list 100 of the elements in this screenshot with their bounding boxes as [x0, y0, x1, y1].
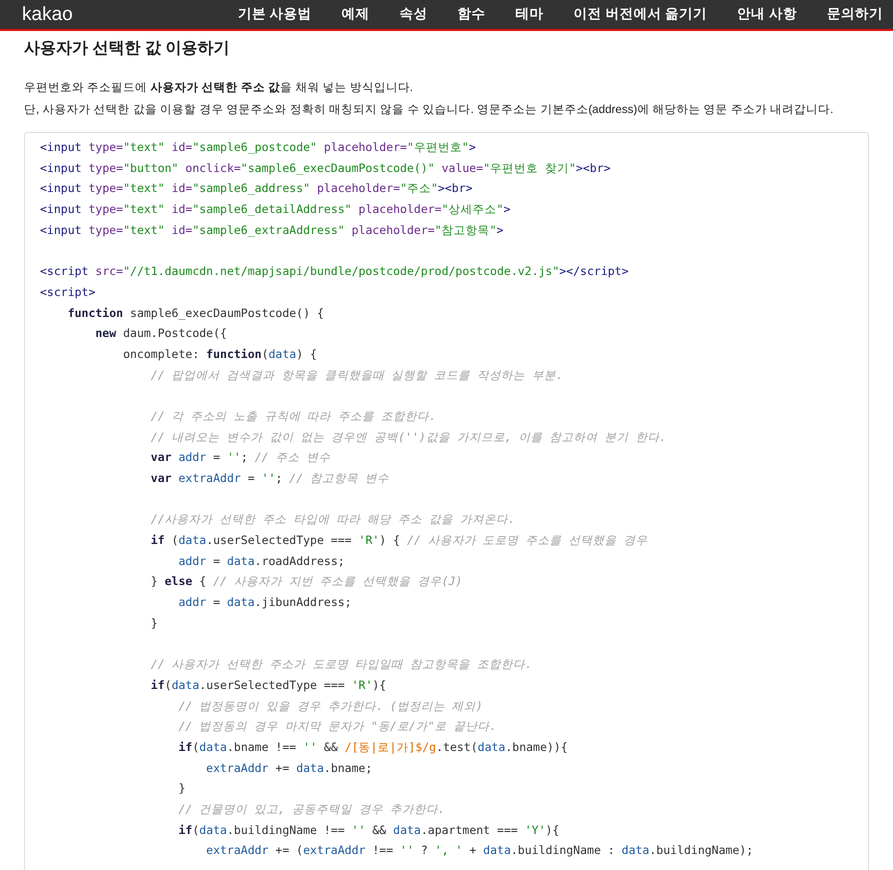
code-token: daum.Postcode({ — [122, 326, 227, 340]
code-token: ( — [192, 822, 200, 837]
nav-link[interactable]: 이전 버전에서 옮기기 — [574, 4, 708, 25]
code-token: "sample6_postcode" — [192, 140, 317, 154]
code-token: <script — [40, 264, 88, 278]
code-token: ? — [420, 843, 429, 858]
description-text: 단, 사용자가 선택한 값을 이용할 경우 영문주소와 정확히 매칭되지 않을 수 있습니다. 영문주소는 기본주소(address)에 해당하는 영문 주소가 내려갑니다. — [24, 102, 834, 118]
code-token: if — [150, 678, 165, 692]
code-token: += — [274, 760, 290, 775]
code-token: new — [94, 326, 116, 340]
kakao-logo[interactable]: kakao — [22, 5, 73, 24]
code-token: // 팝업에서 검색결과 항목을 클릭했을때 실행할 코드를 작성하는 부분. — [150, 368, 563, 382]
code-token: .bname)){ — [505, 740, 568, 754]
code-token: } — [150, 616, 158, 630]
code-token: data — [172, 678, 200, 692]
code-token: .test( — [436, 740, 478, 754]
code-token: var — [150, 471, 173, 485]
code-token: data — [199, 740, 227, 754]
code-token: .bname !== — [226, 740, 298, 754]
code-token: .userSelectedType === — [199, 678, 346, 692]
code-token: ){ — [372, 678, 386, 692]
code-token: > — [468, 140, 476, 154]
code-token: type= — [87, 160, 124, 175]
code-token: // 법정동명이 있을 경우 추가한다. (법정리는 제외) — [177, 698, 483, 713]
code-token: = — [246, 471, 256, 485]
code-token: && — [322, 740, 339, 754]
code-token: //사용자가 선택한 주소 타입에 따라 해당 주소 값을 가져온다. — [150, 512, 515, 526]
code-token: placeholder= — [322, 140, 407, 154]
code-token: <input — [40, 222, 82, 237]
code-token: type= — [87, 202, 124, 216]
code-token: = — [212, 450, 222, 464]
code-token: <input — [40, 202, 82, 216]
code-token: && — [371, 822, 388, 837]
code-token: oncomplete: — [122, 346, 200, 361]
code-token: data — [478, 740, 506, 754]
code-token: .jibunAddress; — [254, 595, 352, 610]
code-token: "text" — [123, 140, 165, 154]
code-token: "sample6_detailAddress" — [192, 202, 352, 216]
nav-link[interactable]: 기본 사용법 — [238, 4, 312, 25]
code-token: placeholder= — [350, 222, 435, 237]
code-token: "text" — [123, 222, 165, 237]
code-token: type= — [87, 222, 124, 237]
code-token: ><br> — [438, 181, 473, 196]
code-token: ></script> — [559, 264, 629, 278]
code-token: "text" — [123, 181, 165, 196]
code-token: id= — [170, 202, 192, 216]
code-token: addr — [177, 554, 206, 568]
code-token: "상세주소" — [442, 202, 504, 216]
code-token: .bname; — [324, 760, 372, 775]
nav-link[interactable]: 예제 — [342, 4, 370, 25]
code-token: var — [150, 450, 173, 464]
code-token: data — [483, 843, 511, 858]
code-token: "text" — [123, 202, 165, 216]
page-title: 사용자가 선택한 값 이용하기 — [24, 39, 230, 59]
code-token: = — [212, 554, 222, 568]
code-token: 'Y' — [524, 822, 546, 837]
code-token: <script> — [40, 284, 96, 299]
code-token: onclick= — [184, 160, 241, 175]
code-token: id= — [170, 140, 192, 154]
code-token: } — [150, 574, 159, 588]
code-token: data — [178, 533, 206, 548]
code-token: ><br> — [576, 160, 611, 175]
code-token: // 건물명이 있고, 공동주택일 경우 추가한다. — [177, 802, 445, 816]
code-token: // 사용자가 선택한 주소가 도로명 타입일때 참고항목을 조합한다. — [150, 657, 532, 672]
code-token: data — [199, 822, 227, 837]
code-token: data — [226, 595, 255, 610]
code-token: '' — [226, 450, 241, 464]
nav-link[interactable]: 문의하기 — [827, 4, 883, 25]
description-text: 우편번호와 주소필드에 사용자가 선택한 주소 값을 채워 넣는 방식입니다. — [24, 80, 414, 96]
code-token: // 사용자가 지번 주소를 선택했을 경우(J) — [213, 574, 462, 588]
nav-link[interactable]: 속성 — [400, 4, 428, 25]
nav-link[interactable]: 테마 — [516, 4, 544, 25]
code-token: data — [226, 554, 255, 568]
code-token: '' — [400, 843, 414, 858]
code-token: // 각 주소의 노출 규칙에 따라 주소를 조합한다. — [150, 408, 436, 423]
code-token: <input — [40, 160, 82, 175]
code-token: > — [496, 222, 504, 237]
code-token: "우편번호 찾기" — [483, 160, 576, 175]
code-token: "우편번호" — [406, 140, 469, 154]
code-token: } — [177, 781, 186, 796]
code-token: <input — [40, 181, 82, 196]
code-token: if — [150, 533, 165, 548]
code-token: else — [164, 574, 192, 588]
code-token: extraAddr — [205, 843, 268, 858]
code-token: // 참고항목 변수 — [289, 471, 389, 485]
code-token: data — [268, 346, 296, 361]
code-token: extraAddr — [205, 760, 268, 775]
nav-link[interactable]: 함수 — [458, 4, 486, 25]
code-token: 'R' — [352, 678, 372, 692]
code-token: function — [206, 346, 262, 361]
code-token: "sample6_execDaumPostcode()" — [240, 160, 435, 175]
code-token: addr — [177, 595, 206, 610]
code-token: > — [503, 202, 510, 216]
nav-link[interactable]: 안내 사항 — [737, 4, 797, 25]
code-token: id= — [170, 181, 192, 196]
code-token: type= — [87, 181, 124, 196]
code-token: ; — [275, 471, 284, 485]
code-token: ){ — [546, 822, 560, 837]
code-token: extraAddr — [178, 471, 241, 485]
code-token: data — [296, 760, 324, 775]
